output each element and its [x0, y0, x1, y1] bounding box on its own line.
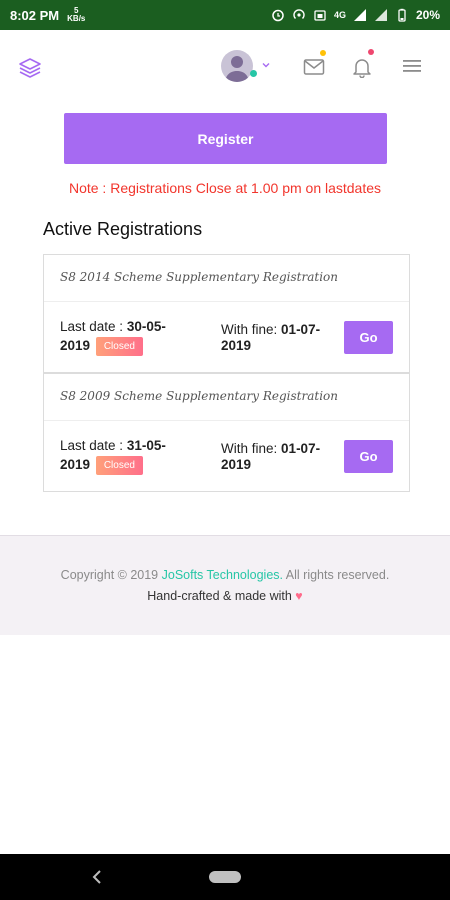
bell-icon[interactable]: [352, 56, 372, 78]
app-header: [0, 30, 450, 102]
registration-card: S8 2009 Scheme Supplementary Registratio…: [43, 373, 410, 492]
user-menu[interactable]: [221, 50, 273, 84]
with-fine: With fine: 01-07-2019: [221, 441, 336, 473]
registration-card: S8 2014 Scheme Supplementary Registratio…: [43, 254, 410, 373]
network-type: 4G: [333, 10, 346, 20]
go-button[interactable]: Go: [344, 440, 393, 473]
avatar: [221, 50, 253, 82]
user-avatar-icon: [225, 56, 249, 82]
chevron-down-icon: [262, 63, 270, 68]
footer: Copyright © 2019 JoSofts Technologies. A…: [0, 535, 450, 635]
copyright: Copyright © 2019 JoSofts Technologies. A…: [0, 568, 450, 582]
register-button[interactable]: Register: [64, 113, 387, 164]
layers-icon[interactable]: [18, 56, 42, 80]
handcrafted-label: Hand-crafted & made with: [147, 589, 292, 603]
heart-icon: ♥: [295, 589, 303, 603]
signal-icon-2: [374, 9, 387, 21]
network-speed-unit: KB/s: [67, 14, 86, 23]
system-nav-bar: [0, 854, 450, 900]
go-button[interactable]: Go: [344, 321, 393, 354]
last-date: Last date : 30-05-2019 Closed: [60, 317, 190, 356]
last-date-label: Last date :: [60, 319, 124, 334]
last-date-label: Last date :: [60, 438, 124, 453]
status-left: 8:02 PM 5 KB/s: [10, 7, 85, 23]
home-pill-icon[interactable]: [209, 871, 241, 883]
online-status-dot: [250, 70, 257, 77]
registration-title: S8 2014 Scheme Supplementary Registratio…: [44, 255, 409, 302]
copyright-suffix: All rights reserved.: [285, 568, 390, 582]
back-icon[interactable]: [90, 869, 104, 885]
bell-notification-dot: [368, 49, 374, 55]
sim-signal-icon: [314, 10, 326, 21]
status-right: 4G 20%: [271, 8, 440, 22]
status-time: 8:02 PM: [10, 7, 60, 23]
with-fine-label: With fine:: [221, 322, 278, 337]
hotspot-icon: [293, 9, 305, 19]
registration-title: S8 2009 Scheme Supplementary Registratio…: [44, 374, 409, 421]
battery-level: 20%: [415, 8, 440, 22]
alarm-icon: [272, 9, 284, 22]
status-badge: Closed: [95, 336, 143, 356]
section-title: Active Registrations: [43, 219, 203, 239]
company-link[interactable]: JoSofts Technologies.: [162, 568, 283, 582]
registration-note: Note : Registrations Close at 1.00 pm on…: [68, 180, 382, 196]
network-speed: 5 KB/s: [67, 7, 85, 23]
status-badge: Closed: [95, 455, 143, 475]
mail-icon[interactable]: [303, 58, 325, 76]
last-date: Last date : 31-05-2019 Closed: [60, 436, 190, 475]
mail-notification-dot: [320, 50, 326, 56]
handcrafted-text: Hand-crafted & made with ♥: [0, 589, 450, 603]
with-fine-label: With fine:: [221, 441, 278, 456]
signal-icon: [353, 9, 366, 21]
hamburger-menu-icon[interactable]: [403, 59, 421, 73]
battery-icon: [398, 8, 406, 22]
copyright-prefix: Copyright © 2019: [60, 568, 159, 582]
status-bar: 8:02 PM 5 KB/s 4G 20%: [0, 0, 450, 30]
with-fine: With fine: 01-07-2019: [221, 322, 336, 354]
